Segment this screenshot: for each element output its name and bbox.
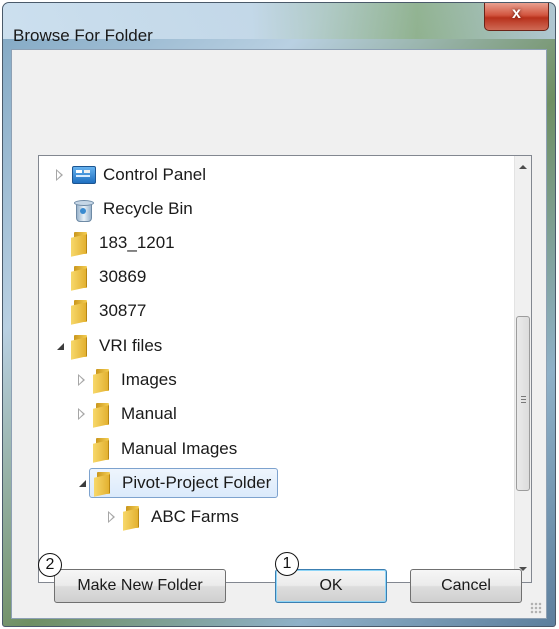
close-button[interactable]: x (484, 3, 549, 31)
recycle-bin-icon (71, 197, 95, 222)
expand-arrow-icon[interactable] (75, 373, 89, 387)
tree-item-label: Pivot-Project Folder (122, 473, 272, 492)
cancel-button[interactable]: Cancel (410, 569, 522, 603)
folder-icon (93, 368, 113, 394)
tree-item-30877[interactable]: 30877 (53, 296, 146, 326)
folder-icon (123, 505, 143, 531)
folder-icon (93, 437, 113, 463)
tree-item-183-1201[interactable]: 183_1201 (53, 228, 175, 258)
folder-icon (71, 265, 91, 291)
control-panel-icon (71, 165, 96, 185)
dialog-title: Browse For Folder (13, 26, 153, 45)
close-icon: x (512, 5, 521, 22)
tree-item-recycle-bin[interactable]: Recycle Bin (53, 194, 193, 224)
tree-item-abc-farms[interactable]: ABC Farms (105, 502, 239, 532)
tree-item-label: Manual Images (121, 439, 238, 458)
expand-arrow-icon[interactable] (53, 168, 67, 182)
tree-item-pivot-project-folder[interactable]: Pivot-Project Folder (75, 468, 279, 498)
tree-item-label: 30869 (99, 267, 147, 286)
tree-item-label: Images (121, 370, 177, 389)
folder-icon (93, 402, 113, 428)
collapse-arrow-icon[interactable] (53, 339, 67, 353)
callout-marker-2: 2 (38, 553, 62, 577)
dialog-body: Control Panel Recycle Bin 183_1201 30869… (11, 49, 547, 619)
tree-item-control-panel[interactable]: Control Panel (53, 160, 206, 190)
folder-icon (71, 299, 91, 325)
tree-item-label: ABC Farms (151, 507, 239, 526)
tree-item-vri-files[interactable]: VRI files (53, 331, 162, 361)
ok-label: OK (319, 577, 343, 594)
tree-item-30869[interactable]: 30869 (53, 262, 146, 292)
folder-tree[interactable]: Control Panel Recycle Bin 183_1201 30869… (38, 155, 532, 583)
expand-arrow-icon[interactable] (105, 510, 119, 524)
resize-grip-icon[interactable] (530, 602, 542, 614)
scroll-up-arrow-icon[interactable] (515, 160, 531, 177)
scrollbar-thumb[interactable] (516, 316, 530, 491)
tree-item-manual[interactable]: Manual (75, 399, 177, 429)
tree-item-label: 183_1201 (99, 233, 175, 252)
tree-item-label: Control Panel (103, 165, 207, 184)
tree-item-manual-images[interactable]: Manual Images (75, 434, 237, 464)
folder-icon (94, 471, 114, 497)
tree-item-label: VRI files (99, 336, 163, 355)
title-bar[interactable]: Browse For Folder x (3, 3, 555, 45)
folder-icon (71, 334, 91, 360)
vertical-scrollbar[interactable] (514, 156, 531, 582)
tree-item-label: 30877 (99, 301, 147, 320)
tree-item-label: Recycle Bin (103, 199, 193, 218)
tree-item-images[interactable]: Images (75, 365, 177, 395)
cancel-label: Cancel (441, 577, 491, 594)
callout-marker-1: 1 (275, 552, 299, 576)
expand-arrow-icon[interactable] (75, 407, 89, 421)
browse-for-folder-dialog: Browse For Folder x Control Panel Recycl… (2, 2, 556, 627)
selected-item-highlight[interactable]: Pivot-Project Folder (89, 468, 279, 498)
folder-icon (71, 231, 91, 257)
tree-item-label: Manual (121, 404, 177, 423)
make-new-folder-button[interactable]: Make New Folder (54, 569, 226, 603)
collapse-arrow-icon[interactable] (75, 476, 89, 490)
make-new-folder-label: Make New Folder (77, 577, 203, 594)
